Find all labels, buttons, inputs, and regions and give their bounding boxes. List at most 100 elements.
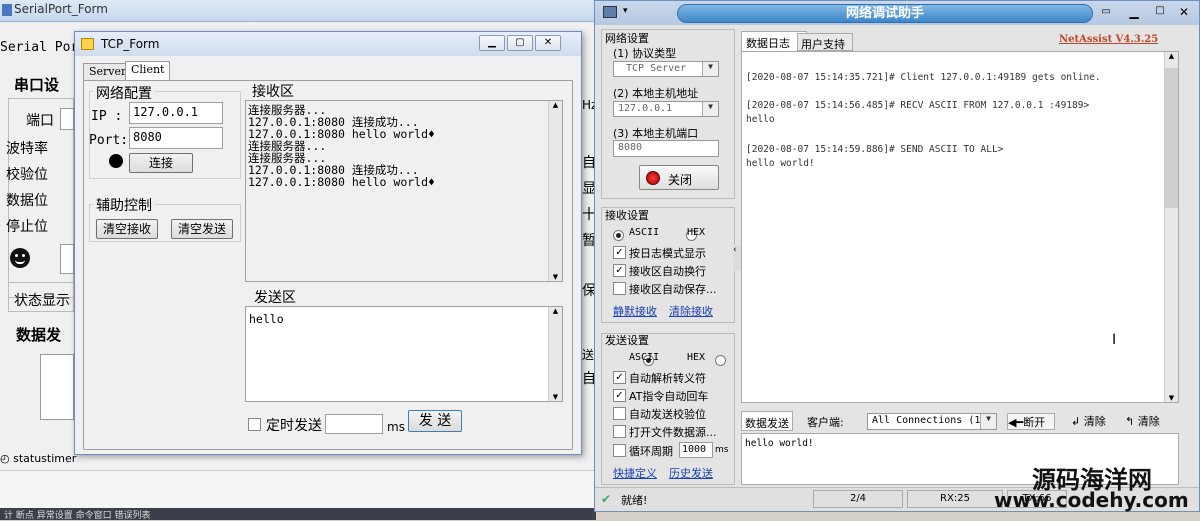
smiley-icon <box>10 248 30 268</box>
close-icon[interactable]: ✕ <box>1175 5 1193 21</box>
receive-textbox[interactable]: 连接服务器... 127.0.0.1:8080 连接成功... 127.0.0.… <box>245 100 563 282</box>
log-mode-checkbox[interactable]: ✓ <box>613 246 626 259</box>
collapse-panel-handle[interactable]: ‹ <box>733 245 741 271</box>
log-line: [2020-08-07 15:14:35.721]# Client 127.0.… <box>746 72 1101 83</box>
port-input-net[interactable]: 8080 <box>613 140 719 157</box>
silent-receive-link[interactable]: 静默接收 <box>613 303 657 319</box>
recv-hex-label: HEX <box>687 227 706 238</box>
netassist-titlebar[interactable]: ▾ 网络调试助手 ▭ ▁ □ ✕ <box>595 1 1199 25</box>
port-combo[interactable] <box>60 108 74 130</box>
host-select[interactable]: 127.0.0.1 ▼ <box>613 101 719 117</box>
databits-label: 数据位 <box>6 193 48 209</box>
file-source-label: 打开文件数据源... <box>629 426 717 439</box>
auto-save-label: 接收区自动保存... <box>629 283 717 296</box>
aux-control-title: 辅助控制 <box>93 195 155 215</box>
loop-period-label: 循环周期 <box>629 445 673 458</box>
clear-send-button[interactable]: 清空发送 <box>171 219 233 239</box>
clear-receive-link[interactable]: 清除接收 <box>669 303 713 319</box>
arrow-left-icon: ◀━ <box>1008 416 1024 429</box>
clear-all-button[interactable]: ↰ 清除 <box>1125 413 1173 430</box>
send-history-link[interactable]: 历史发送 <box>669 465 713 481</box>
send-textbox[interactable]: hello ▲ ▼ <box>245 306 563 402</box>
scroll-thumb[interactable] <box>1165 68 1178 208</box>
tab-data-send[interactable]: 数据发送 <box>741 411 793 431</box>
port-label: 端口 <box>26 113 54 129</box>
tab-client[interactable]: Client <box>125 61 171 81</box>
scroll-up-icon[interactable]: ▲ <box>1165 52 1178 60</box>
baud-label: 波特率 <box>6 141 48 157</box>
recv-settings-title: 接收设置 <box>605 209 649 222</box>
file-source-checkbox[interactable] <box>613 425 626 438</box>
log-line: hello world! <box>746 158 815 169</box>
tab-user-support[interactable]: 用户支持 <box>797 33 853 51</box>
serial-form-titlebar[interactable]: SerialPort_Form <box>0 0 596 22</box>
close-connection-button[interactable]: 关闭 <box>639 165 719 190</box>
ip-input[interactable]: 127.0.0.1 <box>129 102 223 124</box>
log-display[interactable]: [2020-08-07 15:14:35.721]# Client 127.0.… <box>741 51 1179 403</box>
send-scrollbar[interactable]: ▲ ▼ <box>548 307 562 401</box>
auto-checksum-checkbox[interactable] <box>613 407 626 420</box>
statustimer-label: ◴ statustimer <box>0 452 76 465</box>
client-select[interactable]: All Connections (1) ▼ <box>867 413 997 430</box>
data-send-heading: 数据发 <box>16 326 62 344</box>
tcp-form-titlebar[interactable]: TCP_Form ▁ ▢ ✕ <box>75 32 581 56</box>
maximize-icon[interactable]: □ <box>1151 5 1169 21</box>
receive-line: 127.0.0.1:8080 hello world♦ <box>248 175 435 189</box>
minimize-icon[interactable]: ▁ <box>1125 5 1143 21</box>
recv-ascii-radio[interactable] <box>613 230 624 241</box>
clear-send-label: 清除 <box>1083 415 1106 428</box>
escape-parse-checkbox[interactable]: ✓ <box>613 371 626 384</box>
statustimer-text: statustimer <box>13 452 77 465</box>
quick-define-link[interactable]: 快捷定义 <box>613 465 657 481</box>
restore-icon[interactable]: ▭ <box>1097 6 1115 20</box>
net-settings-title: 网络设置 <box>605 32 649 45</box>
netassist-window: ▾ 网络调试助手 ▭ ▁ □ ✕ 网络设置 (1) 协议类型 TCP Serve… <box>594 0 1200 512</box>
scroll-down-icon[interactable]: ▼ <box>549 273 562 281</box>
close-button[interactable]: ✕ <box>535 35 561 51</box>
send-button[interactable]: 发 送 <box>408 410 462 432</box>
scroll-down-icon[interactable]: ▼ <box>549 393 562 401</box>
app-icon <box>2 4 12 16</box>
log-lines: [2020-08-07 15:14:35.721]# Client 127.0.… <box>746 72 1101 172</box>
chevron-left-icon: ‹ <box>733 245 737 255</box>
recv-ascii-label: ASCII <box>629 227 660 238</box>
disconnect-button[interactable]: ◀━断开 <box>1007 413 1055 430</box>
timer-interval-input[interactable] <box>325 414 383 434</box>
connect-button[interactable]: 连接 <box>129 153 193 173</box>
host-value: 127.0.0.1 <box>618 103 673 114</box>
stopbits-label: 停止位 <box>6 219 48 235</box>
clear-receive-button[interactable]: 清空接收 <box>96 219 158 239</box>
host-label: (2) 本地主机地址 <box>613 87 699 100</box>
timer-send-checkbox[interactable] <box>248 418 261 431</box>
receive-area-title: 接收区 <box>249 81 297 101</box>
loop-period-input[interactable]: 1000 <box>679 442 713 458</box>
serial-open-button[interactable] <box>60 244 74 274</box>
clear-send-button-net[interactable]: ↲ 清除 <box>1071 413 1115 430</box>
scroll-down-icon[interactable]: ▼ <box>1165 394 1178 402</box>
status-display-label: 状态显示 <box>14 293 70 309</box>
chevron-down-icon: ▼ <box>702 102 718 116</box>
log-scrollbar[interactable]: ▲ ▼ <box>1164 52 1178 402</box>
scroll-up-icon[interactable]: ▲ <box>549 307 562 315</box>
loop-period-checkbox[interactable] <box>613 444 626 457</box>
maximize-button[interactable]: ▢ <box>507 35 533 51</box>
client-value: All Connections (1) <box>872 415 987 426</box>
escape-parse-label: 自动解析转义符 <box>629 372 706 385</box>
receive-lines: 连接服务器... 127.0.0.1:8080 连接成功... 127.0.0.… <box>248 104 435 188</box>
at-cr-checkbox[interactable]: ✓ <box>613 389 626 402</box>
version-label[interactable]: NetAssist V4.3.25 <box>1059 34 1158 45</box>
serial-heading: 串口设 <box>14 76 60 94</box>
serial-send-button[interactable] <box>40 354 74 420</box>
protocol-select[interactable]: TCP Server ▼ <box>613 61 719 77</box>
status-ready: 就绪! <box>621 494 648 507</box>
scroll-up-icon[interactable]: ▲ <box>549 101 562 109</box>
auto-save-checkbox[interactable] <box>613 282 626 295</box>
port-input[interactable]: 8080 <box>129 127 223 149</box>
auto-wrap-checkbox[interactable]: ✓ <box>613 264 626 277</box>
system-menu-arrow-icon[interactable]: ▾ <box>623 6 628 16</box>
minimize-button[interactable]: ▁ <box>479 35 505 51</box>
status-count: 2/4 <box>813 490 903 508</box>
receive-scrollbar[interactable]: ▲ ▼ <box>548 101 562 281</box>
